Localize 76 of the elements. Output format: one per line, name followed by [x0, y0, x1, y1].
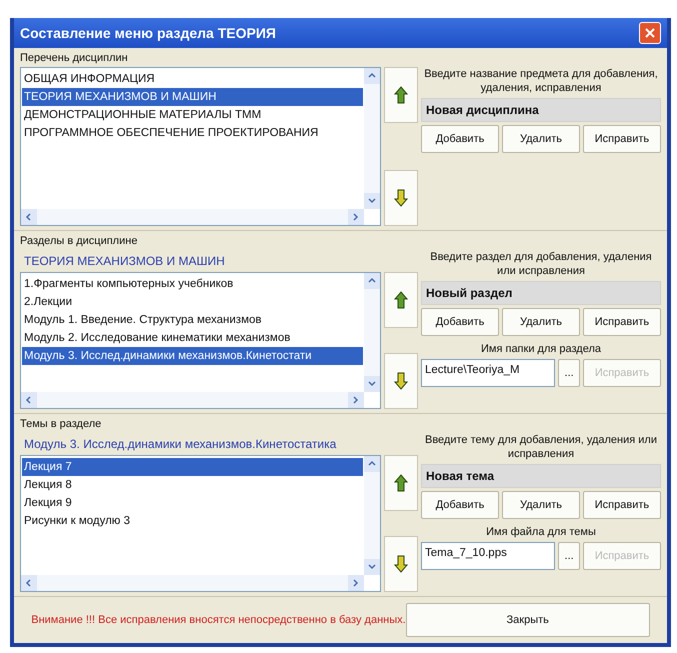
list-item[interactable]: Модуль 2. Исследование кинематики механизмов — [22, 328, 364, 346]
list-heading: Модуль 3. Исслед.динамики механизмов.Кинетостатика — [23, 436, 338, 452]
close-button[interactable]: Закрыть — [406, 602, 650, 638]
scroll-right-button[interactable] — [348, 575, 364, 591]
list-item[interactable]: Рисунки к модулю 3 — [22, 512, 364, 530]
action-button[interactable]: Добавить — [421, 490, 500, 519]
window-title: Составление меню раздела ТЕОРИЯ — [20, 24, 276, 43]
move-up-button[interactable] — [384, 66, 418, 122]
down-arrow-icon — [394, 555, 408, 573]
list-item[interactable]: Лекция 8 — [22, 476, 364, 494]
list-item[interactable]: Лекция 9 — [22, 494, 364, 512]
action-button[interactable]: Удалить — [502, 490, 580, 519]
up-arrow-icon — [394, 86, 408, 104]
name-field[interactable]: Новая дисциплина — [421, 98, 661, 122]
list-item[interactable]: ПРОГРАММНОЕ ОБЕСПЕЧЕНИЕ ПРОЕКТИРОВАНИЯ — [22, 124, 364, 142]
name-field[interactable]: Новая тема — [421, 464, 661, 488]
move-up-button[interactable] — [384, 454, 418, 510]
field-label: Имя файла для темы — [485, 524, 597, 539]
scroll-down-button[interactable] — [364, 193, 380, 209]
name-field[interactable]: Новый раздел — [421, 280, 661, 304]
up-arrow-icon — [394, 290, 408, 308]
list-item[interactable]: Лекция 7 — [22, 458, 364, 476]
action-button[interactable]: Добавить — [421, 308, 500, 336]
action-button[interactable]: Удалить — [502, 124, 580, 153]
horizontal-scrollbar[interactable] — [21, 575, 364, 591]
up-arrow-icon — [394, 474, 408, 492]
action-button[interactable]: Исправить — [582, 124, 661, 153]
action-button[interactable]: Удалить — [502, 308, 580, 336]
list-item[interactable]: Модуль 3. Исслед.динамики механизмов.Кинетостати — [22, 346, 364, 364]
warning-text: Внимание !!! Все исправления вносятся непосредственно в базу данных. — [31, 612, 406, 628]
list-item[interactable]: 1.Фрагменты компьютерных учебников — [22, 274, 364, 292]
scroll-right-button[interactable] — [348, 392, 364, 408]
move-down-button[interactable] — [384, 536, 418, 592]
scroll-up-button[interactable] — [364, 456, 380, 472]
vertical-scrollbar[interactable] — [364, 272, 380, 392]
section-label: Разделы в дисциплине — [20, 234, 138, 249]
list-item[interactable]: Модуль 1. Введение. Структура механизмов — [22, 310, 364, 328]
list-item[interactable]: ОБЩАЯ ИНФОРМАЦИЯ — [22, 70, 364, 88]
field-label: Имя папки для раздела — [480, 342, 602, 356]
down-arrow-icon — [394, 189, 408, 207]
horizontal-scrollbar[interactable] — [21, 392, 364, 408]
vertical-scrollbar[interactable] — [364, 456, 380, 575]
list-heading: ТЕОРИЯ МЕХАНИЗМОВ И МАШИН — [23, 252, 226, 270]
chevron-down-icon — [367, 562, 378, 572]
chevron-up-icon — [367, 458, 378, 468]
chevron-down-icon — [367, 379, 378, 389]
scroll-up-button[interactable] — [364, 272, 380, 288]
vertical-scrollbar[interactable] — [364, 68, 380, 209]
scroll-down-button[interactable] — [364, 376, 380, 392]
down-arrow-icon — [394, 372, 408, 390]
move-down-button[interactable] — [384, 353, 418, 409]
move-up-button[interactable] — [384, 272, 418, 328]
action-button[interactable]: Исправить — [582, 490, 661, 519]
scroll-left-button[interactable] — [21, 575, 37, 591]
action-button[interactable]: Добавить — [421, 124, 500, 153]
chevron-up-icon — [367, 70, 378, 80]
scroll-left-button[interactable] — [21, 209, 37, 225]
list-item[interactable]: 2.Лекции — [22, 292, 364, 310]
prompt-text: Введите раздел для добавления, удаления или исправления — [429, 250, 653, 278]
chevron-up-icon — [367, 276, 378, 286]
section-label: Перечень дисциплин — [20, 51, 129, 66]
list-item[interactable]: ТЕОРИЯ МЕХАНИЗМОВ И МАШИН — [22, 88, 364, 106]
section-label: Темы в разделе — [20, 417, 102, 432]
scroll-left-button[interactable] — [21, 392, 37, 408]
prompt-text: Введите название предмета для добавления, удаления, исправления — [423, 66, 659, 94]
list-item[interactable]: ДЕМОНСТРАЦИОННЫЕ МАТЕРИАЛЫ ТММ — [22, 106, 364, 124]
chevron-down-icon — [367, 196, 378, 206]
prompt-text: Введите тему для добавления, удаления или исправления — [424, 432, 658, 460]
scroll-up-button[interactable] — [364, 68, 380, 84]
close-icon — [645, 28, 655, 38]
close-button[interactable] — [639, 22, 661, 44]
scroll-down-button[interactable] — [364, 559, 380, 575]
action-button[interactable]: Исправить — [582, 308, 661, 336]
scroll-right-button[interactable] — [348, 209, 364, 225]
move-down-button[interactable] — [384, 170, 418, 226]
horizontal-scrollbar[interactable] — [21, 209, 364, 225]
